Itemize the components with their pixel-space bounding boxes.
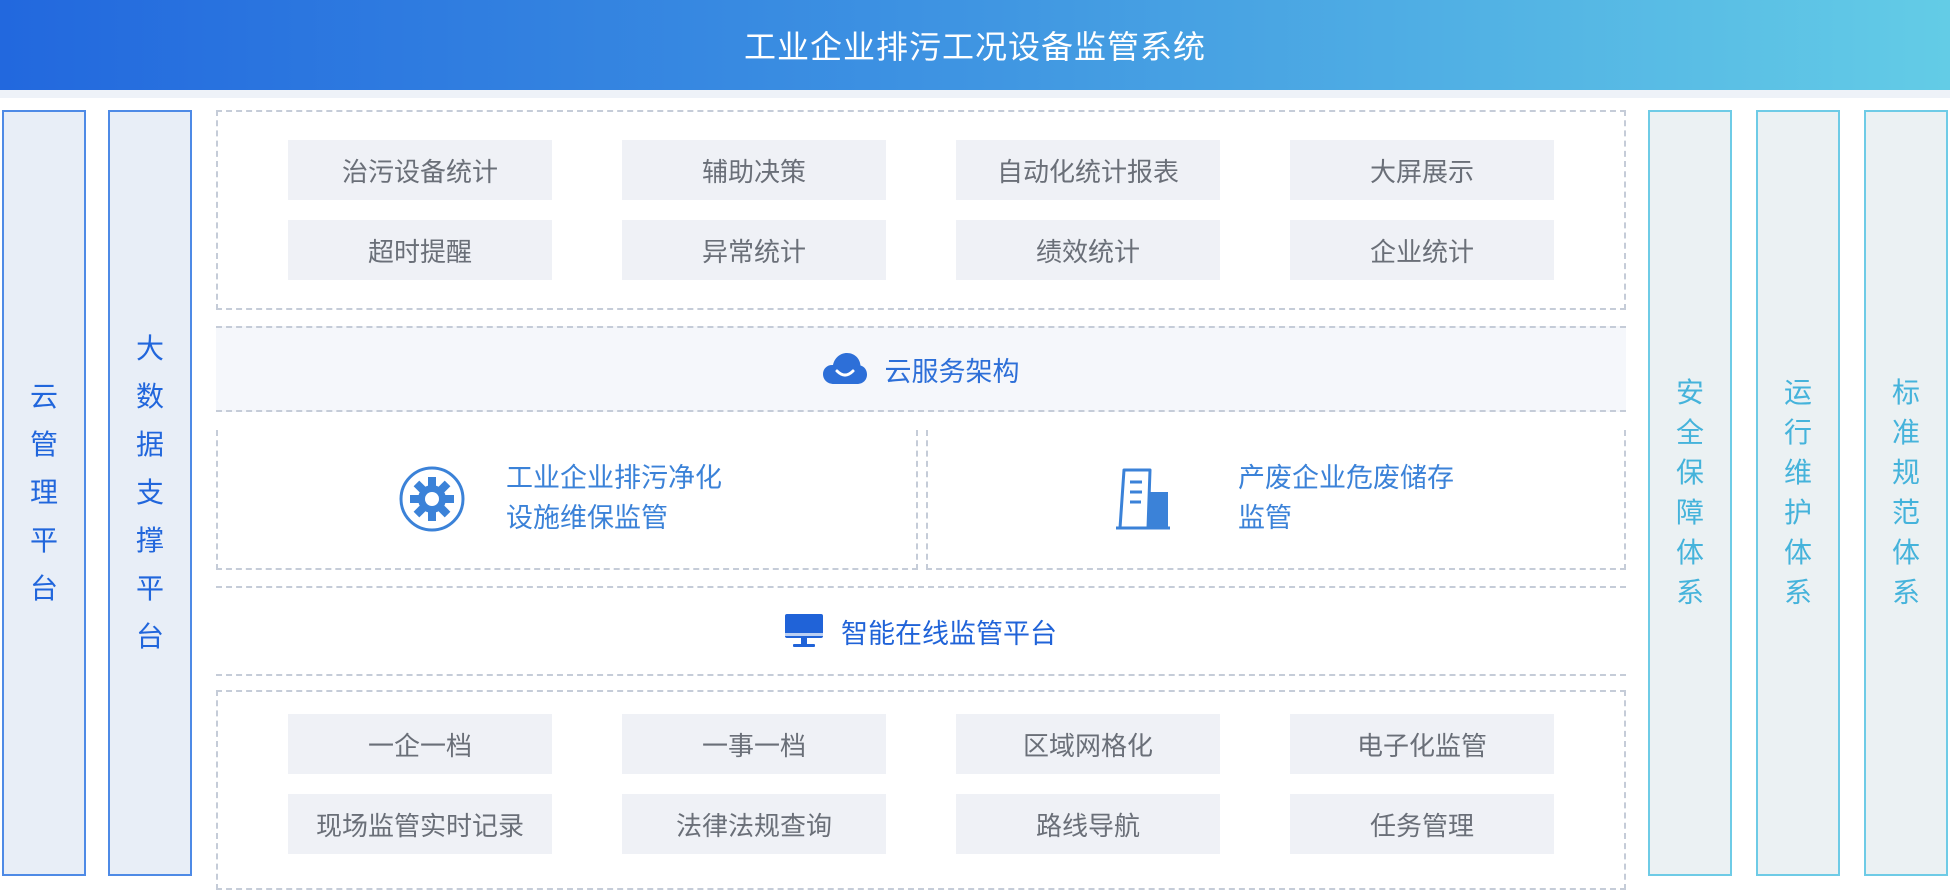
column-char: 台 (135, 620, 164, 653)
subsystem-label-line: 设施维保监管 (506, 503, 668, 534)
column-char: 平 (135, 572, 164, 605)
subsystem-label: 工业企业排污净化 设施维保监管 (506, 459, 722, 539)
function-tile[interactable]: 法律法规查询 (622, 794, 886, 854)
column-char: 行 (1783, 416, 1812, 449)
subsystem-purification-maintenance[interactable]: 工业企业排污净化 设施维保监管 (216, 430, 918, 570)
column-char: 范 (1891, 496, 1920, 529)
monitoring-platform-band: 智能在线监管平台 (216, 586, 1626, 676)
function-tile[interactable]: 路线导航 (956, 794, 1220, 854)
subsystem-label: 产废企业危废储存 监管 (1238, 459, 1454, 539)
column-char: 保 (1675, 456, 1704, 489)
column-char: 系 (1891, 576, 1920, 609)
function-tile[interactable]: 异常统计 (622, 220, 886, 280)
function-tile[interactable]: 一事一档 (622, 714, 886, 774)
subsystem-hazardous-waste-storage[interactable]: 产废企业危废储存 监管 (926, 430, 1626, 570)
column-char: 准 (1891, 416, 1920, 449)
big-data-platform-column: 大 数 据 支 撑 平 台 (108, 110, 192, 876)
column-char: 管 (29, 428, 58, 461)
function-tile[interactable]: 大屏展示 (1290, 140, 1554, 200)
function-tile[interactable]: 区域网格化 (956, 714, 1220, 774)
cloud-service-band: 云服务架构 (216, 326, 1626, 412)
function-tile[interactable]: 治污设备统计 (288, 140, 552, 200)
column-char: 障 (1675, 496, 1704, 529)
function-tile[interactable]: 现场监管实时记录 (288, 794, 552, 854)
function-tile[interactable]: 自动化统计报表 (956, 140, 1220, 200)
subsystem-label-line: 产废企业危废储存 (1238, 463, 1454, 494)
column-char: 平 (29, 524, 58, 557)
column-char: 安 (1675, 376, 1704, 409)
function-tile[interactable]: 企业统计 (1290, 220, 1554, 280)
column-char: 据 (135, 428, 164, 461)
header-divider (0, 90, 1950, 98)
cloud-icon (822, 353, 867, 384)
column-char: 体 (1783, 536, 1812, 569)
column-char: 体 (1675, 536, 1704, 569)
column-char: 系 (1675, 576, 1704, 609)
column-char: 全 (1675, 416, 1704, 449)
column-char: 理 (29, 476, 58, 509)
column-char: 大 (135, 332, 164, 365)
function-tile[interactable]: 电子化监管 (1290, 714, 1554, 774)
header-banner: 工业企业排污工况设备监管系统 (0, 0, 1950, 90)
building-icon (1116, 468, 1170, 530)
column-char: 体 (1891, 536, 1920, 569)
subsystem-label-line: 工业企业排污净化 (506, 463, 722, 494)
function-tile[interactable]: 任务管理 (1290, 794, 1554, 854)
cloud-service-label: 云服务架构 (884, 356, 1020, 388)
monitoring-platform-label: 智能在线监管平台 (841, 618, 1057, 650)
gear-icon (399, 466, 465, 532)
column-char: 台 (29, 572, 58, 605)
column-char: 数 (135, 380, 164, 413)
column-char: 维 (1783, 456, 1812, 489)
column-char: 护 (1783, 496, 1812, 529)
column-char: 规 (1891, 456, 1920, 489)
function-tile[interactable]: 辅助决策 (622, 140, 886, 200)
column-char: 撑 (135, 524, 164, 557)
column-char: 云 (29, 380, 58, 413)
operations-maintenance-column: 运 行 维 护 体 系 (1756, 110, 1840, 876)
column-char: 支 (135, 476, 164, 509)
system-title: 工业企业排污工况设备监管系统 (743, 28, 1206, 66)
function-tile[interactable]: 超时提醒 (288, 220, 552, 280)
standards-column: 标 准 规 范 体 系 (1864, 110, 1948, 876)
function-tile[interactable]: 一企一档 (288, 714, 552, 774)
subsystem-label-line: 监管 (1238, 503, 1292, 534)
column-char: 系 (1783, 576, 1812, 609)
security-system-column: 安 全 保 障 体 系 (1648, 110, 1732, 876)
column-char: 运 (1783, 376, 1812, 409)
column-char: 标 (1891, 376, 1920, 409)
cloud-management-platform-column: 云 管 理 平 台 (2, 110, 86, 876)
function-tile[interactable]: 绩效统计 (956, 220, 1220, 280)
monitor-icon (785, 614, 823, 647)
